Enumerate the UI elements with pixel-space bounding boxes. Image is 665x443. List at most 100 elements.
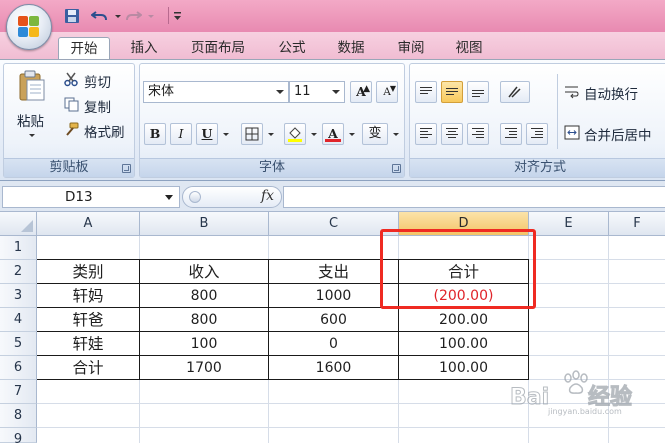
align-middle-icon: [446, 88, 458, 98]
table-cell[interactable]: 0: [269, 332, 398, 356]
wrap-text-label: 自动换行: [584, 87, 638, 103]
borders-dropdown-icon[interactable]: [268, 133, 274, 136]
orientation-button[interactable]: [500, 81, 530, 103]
row-header[interactable]: 1: [0, 236, 37, 260]
redo-dropdown-icon[interactable]: [145, 8, 163, 24]
underline-dropdown-icon[interactable]: [223, 133, 229, 136]
align-bottom-icon: [472, 90, 484, 100]
phonetic-dropdown-icon[interactable]: [393, 133, 399, 136]
baidu-paw-logo-icon: Bai 经验 jingyan.baidu.com: [510, 370, 633, 416]
align-bottom-button[interactable]: [467, 81, 489, 103]
fill-color-dropdown-icon[interactable]: [311, 133, 317, 136]
align-center-button[interactable]: [441, 123, 463, 145]
tab-page-layout[interactable]: 页面布局: [178, 37, 258, 60]
underline-button[interactable]: U: [196, 123, 218, 145]
borders-button[interactable]: [241, 123, 263, 145]
bold-button[interactable]: B: [144, 123, 166, 145]
table-cell[interactable]: 轩爸: [37, 308, 139, 332]
table-cell[interactable]: 100: [140, 332, 268, 356]
align-right-icon: [472, 128, 484, 138]
column-header-f[interactable]: F: [609, 212, 665, 236]
redo-icon[interactable]: [124, 8, 143, 24]
wrap-text-button[interactable]: 自动换行: [564, 82, 665, 103]
table-cell[interactable]: 600: [269, 308, 398, 332]
cut-button[interactable]: 剪切: [64, 70, 134, 91]
table-cell[interactable]: 合计: [37, 356, 139, 380]
table-cell[interactable]: 轩妈: [37, 284, 139, 308]
font-name-combo[interactable]: 宋体: [143, 81, 289, 103]
alignment-divider: [557, 74, 558, 149]
undo-icon[interactable]: [90, 8, 109, 24]
clipboard-launcher-icon[interactable]: [122, 164, 131, 173]
column-header-b[interactable]: B: [140, 212, 269, 236]
copy-button[interactable]: 复制: [64, 95, 134, 116]
column-header-e[interactable]: E: [529, 212, 609, 236]
shrink-font-button[interactable]: A ▼: [376, 81, 398, 103]
increase-indent-icon: [531, 128, 543, 138]
fill-color-button[interactable]: [284, 123, 306, 145]
font-color-button[interactable]: A: [322, 123, 344, 145]
table-cell[interactable]: 800: [140, 308, 268, 332]
formula-bar-handle-icon[interactable]: [189, 191, 201, 203]
grow-font-button[interactable]: A ▲: [350, 81, 372, 103]
decrease-indent-button[interactable]: [500, 123, 522, 145]
tab-data[interactable]: 数据: [326, 37, 376, 60]
align-left-button[interactable]: [415, 123, 437, 145]
font-launcher-icon[interactable]: [392, 164, 401, 173]
table-header-cell[interactable]: 支出: [269, 260, 398, 284]
font-group: 宋体 11 A ▲ A ▼ B I U A 变 字体: [139, 63, 405, 178]
align-left-icon: [420, 128, 432, 138]
font-size-value: 11: [294, 84, 311, 99]
align-middle-button[interactable]: [441, 81, 463, 103]
row-header[interactable]: 6: [0, 356, 37, 380]
font-size-combo[interactable]: 11: [289, 81, 345, 103]
table-header-cell[interactable]: 收入: [140, 260, 268, 284]
table-cell[interactable]: 200.00: [399, 308, 528, 332]
font-name-value: 宋体: [148, 84, 175, 99]
align-center-icon: [446, 128, 458, 138]
align-right-button[interactable]: [467, 123, 489, 145]
font-color-dropdown-icon[interactable]: [349, 133, 355, 136]
table-cell[interactable]: 800: [140, 284, 268, 308]
tab-home[interactable]: 开始: [58, 37, 110, 60]
column-header-a[interactable]: A: [37, 212, 140, 236]
toolbar-divider: [168, 7, 169, 24]
office-button[interactable]: [6, 4, 52, 50]
table-cell[interactable]: 轩娃: [37, 332, 139, 356]
tab-insert[interactable]: 插入: [118, 37, 170, 60]
table-cell[interactable]: 1000: [269, 284, 398, 308]
select-all-button[interactable]: [0, 212, 37, 236]
merge-center-button[interactable]: 合并后居中: [564, 123, 665, 144]
insert-function-button[interactable]: fx: [261, 188, 274, 204]
format-painter-button[interactable]: 格式刷: [64, 120, 134, 141]
align-top-icon: [420, 87, 432, 97]
italic-button[interactable]: I: [170, 123, 192, 145]
row-header[interactable]: 4: [0, 308, 37, 332]
clipboard-group: 粘贴 剪切 复制 格式刷 剪贴板: [3, 63, 135, 178]
customize-arrow-icon[interactable]: [172, 8, 190, 24]
table-cell[interactable]: 1600: [269, 356, 398, 380]
tab-formulas[interactable]: 公式: [268, 37, 316, 60]
highlight-annotation-box: [380, 229, 536, 309]
row-header[interactable]: 7: [0, 380, 37, 404]
phonetic-button[interactable]: 变: [362, 123, 388, 145]
table-header-cell[interactable]: 类别: [37, 260, 139, 284]
tab-review[interactable]: 审阅: [386, 37, 436, 60]
clipboard-group-label: 剪贴板: [4, 158, 134, 177]
save-icon[interactable]: [64, 8, 82, 24]
row-header[interactable]: 5: [0, 332, 37, 356]
paste-button[interactable]: 粘贴: [14, 68, 50, 140]
align-top-button[interactable]: [415, 81, 437, 103]
row-header[interactable]: 3: [0, 284, 37, 308]
table-cell[interactable]: 1700: [140, 356, 268, 380]
increase-indent-button[interactable]: [526, 123, 548, 145]
tab-view[interactable]: 视图: [444, 37, 494, 60]
row-header[interactable]: 2: [0, 260, 37, 284]
svg-text:jingyan.baidu.com: jingyan.baidu.com: [547, 407, 622, 416]
name-box[interactable]: D13: [2, 186, 180, 208]
svg-text:Bai: Bai: [510, 385, 549, 410]
row-header[interactable]: 9: [0, 428, 37, 443]
table-cell[interactable]: 100.00: [399, 332, 528, 356]
formula-input[interactable]: [283, 186, 665, 208]
row-header[interactable]: 8: [0, 404, 37, 428]
